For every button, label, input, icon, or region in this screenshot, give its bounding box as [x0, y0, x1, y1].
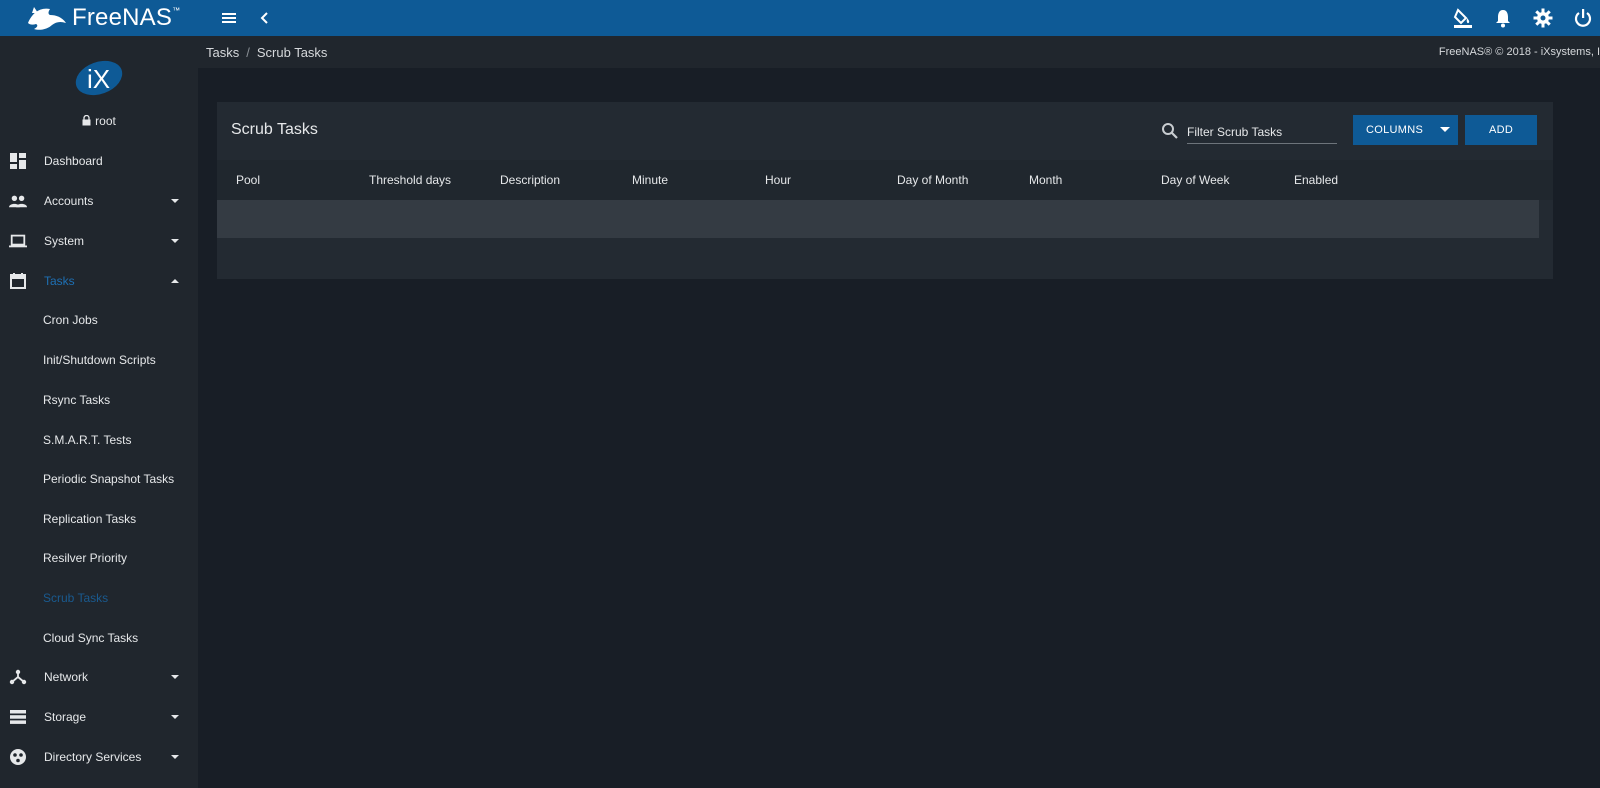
bell-icon	[1496, 10, 1510, 28]
caret-up-icon	[171, 279, 179, 283]
caret-down-icon	[171, 239, 179, 243]
sidebar-subitem-label: Rsync Tasks	[43, 393, 111, 407]
breadcrumb-tasks-link[interactable]: Tasks	[206, 45, 239, 60]
laptop-icon	[9, 232, 27, 250]
chevron-left-icon	[260, 12, 268, 24]
caret-down-icon	[171, 755, 179, 759]
sidebar-subitem-smart-tests[interactable]: S.M.A.R.T. Tests	[0, 420, 198, 460]
user-block: iX root	[0, 36, 198, 136]
storage-icon	[9, 708, 27, 726]
power-button[interactable]	[1572, 7, 1594, 29]
notifications-button[interactable]	[1492, 7, 1514, 29]
breadcrumb-bar: Tasks / Scrub Tasks FreeNAS® © 2018 - iXsy…	[198, 36, 1600, 68]
sidebar-subitem-cloud-sync-tasks[interactable]: Cloud Sync Tasks	[0, 618, 198, 658]
sidebar-item-label: Tasks	[44, 274, 75, 288]
svg-text:iX: iX	[87, 64, 110, 94]
column-header-minute[interactable]: Minute	[632, 173, 668, 187]
power-icon	[1574, 9, 1592, 27]
ix-logo-icon: iX	[75, 60, 123, 96]
directory-icon	[9, 748, 27, 766]
sidebar-subitem-label: Init/Shutdown Scripts	[43, 353, 156, 367]
table-header: Pool Threshold days Description Minute H…	[217, 160, 1553, 200]
sidebar-subitem-scrub-tasks[interactable]: Scrub Tasks	[0, 578, 198, 618]
caret-down-icon	[1440, 127, 1450, 132]
sidebar-item-tasks[interactable]: Tasks	[0, 261, 198, 301]
sidebar-item-accounts[interactable]: Accounts	[0, 181, 198, 221]
sidebar-subitem-label: Periodic Snapshot Tasks	[43, 472, 175, 486]
sidebar-item-label: Network	[44, 670, 89, 684]
sidebar-subitem-label: Cron Jobs	[43, 313, 98, 327]
sidebar-subitem-rsync-tasks[interactable]: Rsync Tasks	[0, 380, 198, 420]
freenas-shark-icon	[28, 7, 66, 30]
sidebar-item-label: Directory Services	[44, 750, 142, 764]
column-header-enabled[interactable]: Enabled	[1294, 173, 1338, 187]
sidebar-subitem-periodic-snapshot-tasks[interactable]: Periodic Snapshot Tasks	[0, 459, 198, 499]
username: root	[95, 114, 116, 128]
freenas-logo[interactable]: FreeNAS™	[26, 0, 180, 36]
dashboard-icon	[9, 152, 27, 170]
sidebar-item-storage[interactable]: Storage	[0, 697, 198, 737]
gear-icon	[1533, 8, 1553, 28]
sidebar-subitem-cron-jobs[interactable]: Cron Jobs	[0, 300, 198, 340]
columns-button[interactable]: COLUMNS	[1353, 115, 1458, 145]
sidebar-item-label: Accounts	[44, 194, 94, 208]
filter-box	[1161, 120, 1337, 144]
user-label: root	[0, 114, 198, 128]
sidebar-item-label: System	[44, 234, 85, 248]
top-actions	[1452, 0, 1594, 36]
sidebar-subitem-label: Replication Tasks	[43, 512, 137, 526]
breadcrumb-current: Scrub Tasks	[256, 44, 328, 60]
collapse-sidebar-button[interactable]	[256, 8, 276, 28]
add-button[interactable]: ADD	[1465, 115, 1537, 145]
breadcrumb-separator: /	[246, 44, 250, 60]
caret-down-icon	[171, 675, 179, 679]
column-header-month[interactable]: Month	[1029, 173, 1062, 187]
column-header-day-of-month[interactable]: Day of Month	[897, 173, 968, 187]
sidebar: iX root Dashboard Accounts System Tasks …	[0, 36, 198, 788]
menu-toggle-button[interactable]	[220, 8, 240, 28]
sidebar-item-directory-services[interactable]: Directory Services	[0, 737, 198, 777]
sidebar-subitem-label: Resilver Priority	[43, 551, 128, 565]
column-header-day-of-week[interactable]: Day of Week	[1161, 173, 1229, 187]
copyright-text: FreeNAS® © 2018 - iXsystems, I	[1438, 46, 1600, 58]
network-icon	[9, 668, 27, 686]
caret-down-icon	[171, 715, 179, 719]
sidebar-item-network[interactable]: Network	[0, 657, 198, 697]
theme-paint-icon	[1453, 8, 1472, 28]
sidebar-item-label: Storage	[44, 710, 87, 724]
lock-icon	[82, 115, 91, 126]
search-icon	[1162, 123, 1178, 139]
columns-button-label: COLUMNS	[1366, 124, 1424, 136]
settings-button[interactable]	[1532, 7, 1554, 29]
sidebar-subitem-init-shutdown-scripts[interactable]: Init/Shutdown Scripts	[0, 340, 198, 380]
sidebar-item-system[interactable]: System	[0, 221, 198, 261]
scrub-tasks-card: Scrub Tasks COLUMNS ADD Pool Threshold d…	[217, 102, 1553, 279]
column-header-hour[interactable]: Hour	[765, 173, 791, 187]
filter-scrub-tasks-input[interactable]	[1187, 120, 1337, 144]
column-header-description[interactable]: Description	[500, 173, 560, 187]
column-header-threshold-days[interactable]: Threshold days	[369, 173, 451, 187]
hamburger-menu-icon	[222, 13, 236, 23]
caret-down-icon	[171, 199, 179, 203]
app-name: FreeNAS™	[72, 4, 181, 31]
sidebar-subitem-resilver-priority[interactable]: Resilver Priority	[0, 538, 198, 578]
people-icon	[9, 192, 27, 210]
column-header-pool[interactable]: Pool	[236, 173, 260, 187]
top-bar: FreeNAS™	[0, 0, 1600, 36]
table-footer	[217, 238, 1553, 279]
sidebar-subitem-label: Cloud Sync Tasks	[43, 631, 139, 645]
sidebar-subitem-label: S.M.A.R.T. Tests	[43, 433, 132, 447]
card-title: Scrub Tasks	[231, 121, 318, 138]
table-empty-row	[217, 200, 1539, 238]
sidebar-subitem-label: Scrub Tasks	[43, 591, 109, 605]
sidebar-item-dashboard[interactable]: Dashboard	[0, 141, 198, 181]
theme-button[interactable]	[1452, 7, 1474, 29]
sidebar-item-label: Dashboard	[44, 154, 103, 168]
calendar-icon	[9, 272, 27, 290]
sidebar-subitem-replication-tasks[interactable]: Replication Tasks	[0, 499, 198, 539]
breadcrumb: Tasks / Scrub Tasks	[206, 45, 327, 60]
